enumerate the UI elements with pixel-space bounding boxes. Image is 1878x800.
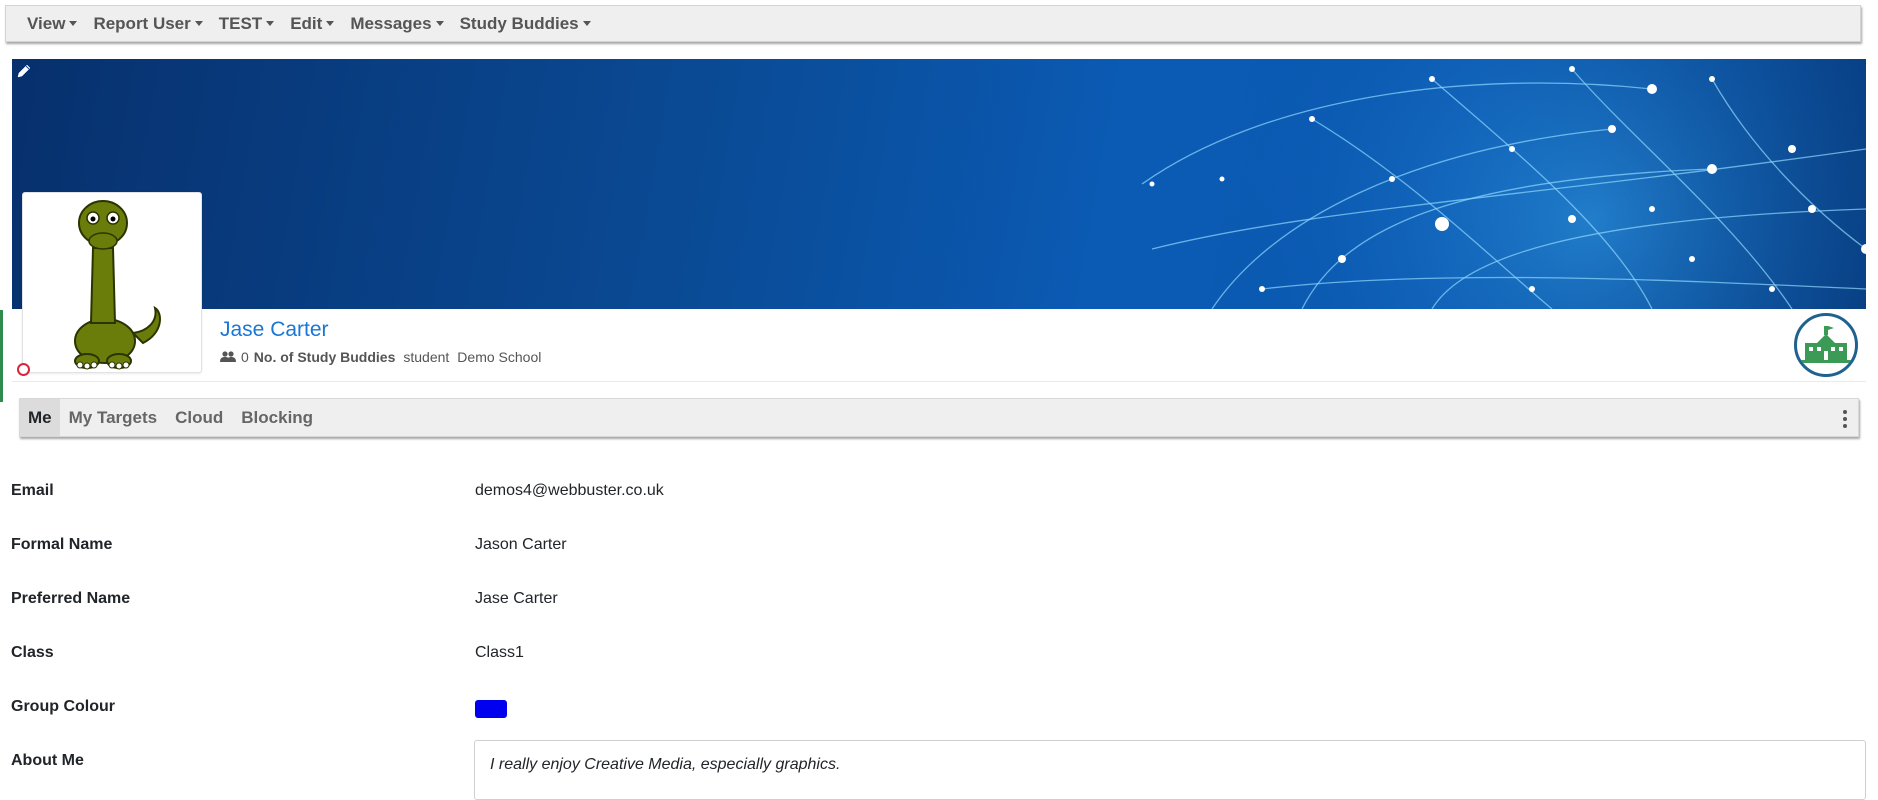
profile-tabs: Me My Targets Cloud Blocking (19, 398, 1859, 437)
menu-report-user-label: Report User (93, 13, 191, 33)
formal-name-label: Formal Name (11, 536, 113, 553)
menu-edit-label: Edit (290, 13, 323, 33)
study-buddy-count: 0 (241, 349, 249, 365)
about-me-text[interactable]: I really enjoy Creative Media, especiall… (474, 740, 1866, 800)
tab-my-targets[interactable]: My Targets (60, 399, 167, 436)
network-globe-graphic (1112, 59, 1866, 309)
tab-me[interactable]: Me (20, 399, 60, 436)
profile-banner (12, 59, 1866, 309)
school-logo[interactable] (1794, 313, 1858, 377)
online-status-indicator (17, 363, 30, 376)
menu-test-label: TEST (218, 13, 263, 33)
avatar[interactable] (22, 192, 202, 373)
pencil-edit-icon[interactable] (15, 62, 33, 80)
menu-report-user[interactable]: Report User (93, 13, 203, 34)
menu-test[interactable]: TEST (218, 13, 275, 34)
top-menu-bar: View Report User TEST Edit Messages Stud… (5, 5, 1861, 42)
school-name: Demo School (457, 349, 542, 365)
menu-study-buddies[interactable]: Study Buddies (460, 14, 591, 34)
caret-down-icon (582, 21, 591, 26)
class-label: Class (11, 644, 54, 661)
preferred-name-value: Jase Carter (475, 590, 558, 607)
menu-messages-label: Messages (350, 13, 432, 33)
dinosaur-avatar-icon (74, 200, 161, 370)
more-options-icon[interactable] (1842, 410, 1848, 428)
menu-messages[interactable]: Messages (350, 13, 444, 34)
caret-down-icon (326, 21, 335, 26)
user-role: student (403, 349, 450, 365)
tab-cloud[interactable]: Cloud (166, 399, 232, 436)
menu-view[interactable]: View (27, 13, 78, 34)
menu-study-buddies-label: Study Buddies (459, 13, 579, 33)
caret-down-icon (194, 21, 203, 26)
profile-meta: 0 No. of Study Buddies student Demo Scho… (220, 349, 541, 365)
users-icon (220, 350, 236, 362)
caret-down-icon (266, 21, 275, 26)
school-building-icon (1801, 326, 1851, 363)
menu-edit[interactable]: Edit (290, 13, 335, 34)
tab-blocking[interactable]: Blocking (232, 399, 322, 436)
email-label: Email (11, 482, 54, 499)
class-value: Class1 (475, 644, 524, 661)
about-me-label: About Me (11, 752, 84, 769)
preferred-name-label: Preferred Name (11, 590, 131, 607)
caret-down-icon (435, 21, 444, 26)
left-edge-accent (0, 310, 3, 402)
user-name[interactable]: Jase Carter (220, 318, 329, 342)
study-buddy-label[interactable]: No. of Study Buddies (254, 349, 396, 365)
menu-view-label: View (27, 13, 66, 33)
group-colour-swatch (475, 700, 507, 718)
group-colour-label: Group Colour (11, 698, 115, 715)
email-value: demos4@webbuster.co.uk (475, 482, 664, 499)
caret-down-icon (69, 21, 78, 26)
formal-name-value: Jason Carter (475, 536, 567, 553)
